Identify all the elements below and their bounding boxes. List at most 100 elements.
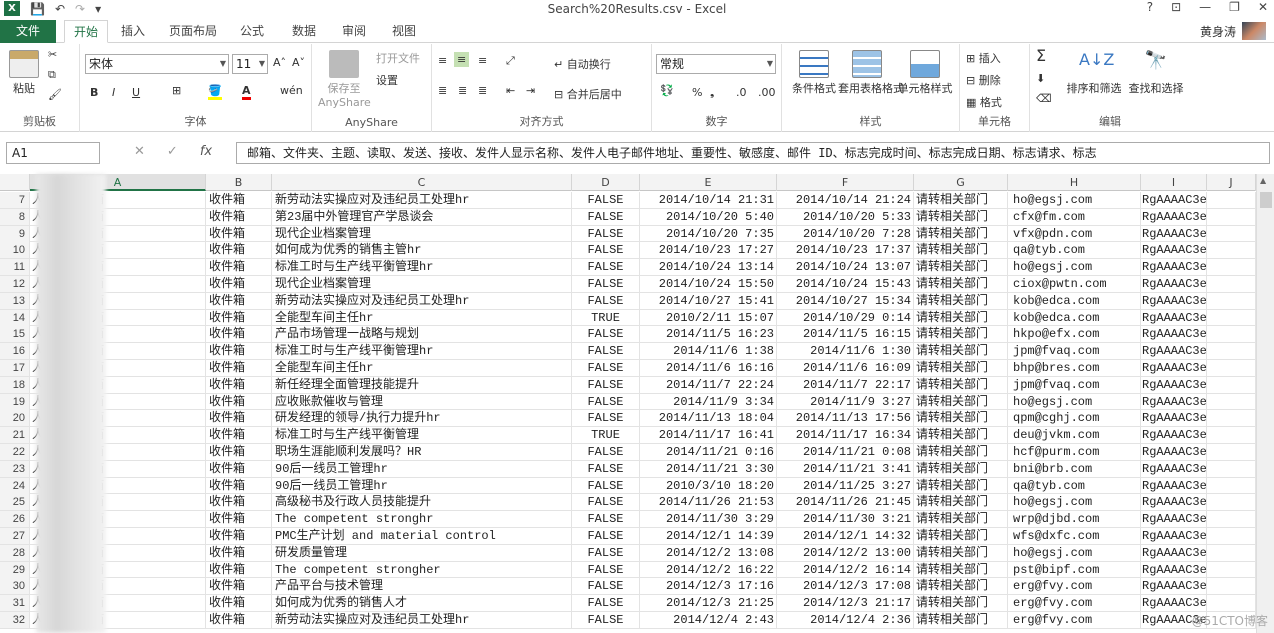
row-header[interactable]: 31 — [0, 595, 30, 612]
table-cell[interactable]: 2014/12/1 14:39 — [640, 527, 777, 544]
row-header[interactable]: 29 — [0, 561, 30, 578]
table-cell[interactable] — [1207, 393, 1256, 410]
table-cell[interactable]: erg@fvy.com — [1008, 595, 1141, 612]
table-cell[interactable]: 收件箱 — [206, 561, 272, 578]
table-cell[interactable]: kob@edca.com — [1008, 292, 1141, 309]
table-cell[interactable] — [1207, 544, 1256, 561]
table-cell[interactable]: RgAAAAC3epQiMuA — [1141, 578, 1207, 595]
table-cell[interactable]: 2014/12/3 21:25 — [640, 595, 777, 612]
paste-button[interactable]: 粘贴 — [6, 50, 42, 96]
row-header[interactable]: 7 — [0, 192, 30, 208]
table-cell[interactable]: 产品平台与技术管理 — [272, 578, 572, 595]
table-cell[interactable]: 2014/12/4 2:43 — [640, 611, 777, 628]
table-cell[interactable]: 2014/10/24 13:14 — [640, 259, 777, 276]
table-cell[interactable]: 全能型车间主任hr — [272, 309, 572, 326]
table-cell[interactable] — [1207, 259, 1256, 276]
row-header[interactable]: 18 — [0, 376, 30, 393]
italic-button[interactable]: I — [112, 86, 115, 99]
table-cell[interactable]: 2014/10/20 5:40 — [640, 208, 777, 225]
table-cell[interactable]: 收件箱 — [206, 292, 272, 309]
table-cell[interactable]: 2014/12/2 16:22 — [640, 561, 777, 578]
table-cell[interactable]: PMC生产计划 and material control — [272, 527, 572, 544]
table-cell[interactable]: RgAAAAC3epQiMuA — [1141, 410, 1207, 427]
table-cell[interactable]: ciox@pwtn.com — [1008, 275, 1141, 292]
table-cell[interactable]: pst@bipf.com — [1008, 561, 1141, 578]
table-cell[interactable]: bhp@bres.com — [1008, 359, 1141, 376]
table-cell[interactable] — [1207, 192, 1256, 208]
row-header[interactable]: 32 — [0, 611, 30, 628]
table-cell[interactable] — [1207, 275, 1256, 292]
table-cell[interactable]: 请转相关部门 — [914, 611, 1008, 628]
cell-styles-button[interactable]: 单元格样式 — [896, 50, 954, 96]
table-cell[interactable]: 收件箱 — [206, 259, 272, 276]
table-cell[interactable]: 收件箱 — [206, 393, 272, 410]
row-header[interactable]: 17 — [0, 359, 30, 376]
table-cell[interactable]: 收件箱 — [206, 578, 272, 595]
find-select-button[interactable]: 🔭 查找和选择 — [1126, 50, 1186, 96]
table-cell[interactable]: 2014/10/24 13:07 — [777, 259, 914, 276]
table-cell[interactable]: 收件箱 — [206, 275, 272, 292]
merge-center-button[interactable]: ⊟ 合并后居中 — [554, 86, 622, 102]
table-cell[interactable]: 收件箱 — [206, 427, 272, 444]
table-cell[interactable]: FALSE — [572, 410, 640, 427]
table-cell[interactable]: 请转相关部门 — [914, 477, 1008, 494]
table-cell[interactable]: RgAAAAC3epQiMuA — [1141, 511, 1207, 528]
table-cell[interactable]: qa@tyb.com — [1008, 242, 1141, 259]
table-cell[interactable]: hkpo@efx.com — [1008, 326, 1141, 343]
table-cell[interactable]: 2014/11/5 16:23 — [640, 326, 777, 343]
table-cell[interactable] — [1207, 376, 1256, 393]
user-account[interactable]: 黄身涛 — [1200, 22, 1266, 40]
align-middle-icon[interactable]: ≡ — [454, 52, 470, 67]
table-cell[interactable]: 高级秘书及行政人员技能提升 — [272, 494, 572, 511]
table-cell[interactable]: 全能型车间主任hr — [272, 359, 572, 376]
scroll-up-icon[interactable]: ▲ — [1260, 176, 1266, 185]
table-cell[interactable]: 2014/11/6 16:16 — [640, 359, 777, 376]
column-header[interactable]: E — [640, 174, 777, 191]
table-cell[interactable]: 2014/11/30 3:21 — [777, 511, 914, 528]
table-cell[interactable] — [1207, 343, 1256, 360]
table-cell[interactable]: 标准工时与生产线平衡管理hr — [272, 343, 572, 360]
row-header[interactable]: 28 — [0, 544, 30, 561]
table-cell[interactable]: 现代企业档案管理 — [272, 225, 572, 242]
table-cell[interactable]: 90后一线员工管理hr — [272, 477, 572, 494]
tab-view[interactable]: 视图 — [384, 20, 424, 43]
table-cell[interactable]: bni@brb.com — [1008, 460, 1141, 477]
table-cell[interactable]: 收件箱 — [206, 192, 272, 208]
row-header[interactable]: 20 — [0, 410, 30, 427]
conditional-format-button[interactable]: 条件格式 — [786, 50, 842, 96]
table-cell[interactable]: 请转相关部门 — [914, 208, 1008, 225]
table-cell[interactable]: 2014/10/20 5:33 — [777, 208, 914, 225]
table-cell[interactable]: 2014/10/20 7:35 — [640, 225, 777, 242]
save-to-anyshare-button[interactable]: 保存至 AnyShare — [318, 50, 371, 109]
table-cell[interactable]: 2014/11/21 3:41 — [777, 460, 914, 477]
table-cell[interactable]: 如何成为优秀的销售人才 — [272, 595, 572, 612]
table-cell[interactable]: 新任经理全面管理技能提升 — [272, 376, 572, 393]
table-cell[interactable]: 2014/10/23 17:37 — [777, 242, 914, 259]
table-cell[interactable]: 收件箱 — [206, 611, 272, 628]
increase-indent-icon[interactable]: ⇥ — [526, 84, 535, 97]
table-cell[interactable]: FALSE — [572, 494, 640, 511]
table-cell[interactable]: 收件箱 — [206, 242, 272, 259]
tab-formulas[interactable]: 公式 — [232, 20, 272, 43]
table-cell[interactable] — [1207, 427, 1256, 444]
table-cell[interactable]: RgAAAAC3epQiMuA — [1141, 477, 1207, 494]
table-cell[interactable]: 2014/11/17 16:34 — [777, 427, 914, 444]
table-cell[interactable] — [1207, 443, 1256, 460]
table-cell[interactable]: 2014/11/26 21:53 — [640, 494, 777, 511]
tab-review[interactable]: 审阅 — [334, 20, 374, 43]
table-cell[interactable]: 收件箱 — [206, 225, 272, 242]
table-cell[interactable]: RgAAAAC3epQiMuA — [1141, 427, 1207, 444]
scroll-thumb[interactable] — [1260, 192, 1272, 208]
table-cell[interactable]: 2014/11/6 1:38 — [640, 343, 777, 360]
table-cell[interactable]: RgAAAAC3epQiMuA — [1141, 292, 1207, 309]
table-cell[interactable]: RgAAAAC3epQiMuA — [1141, 595, 1207, 612]
table-cell[interactable]: 2014/11/30 3:29 — [640, 511, 777, 528]
table-cell[interactable] — [1207, 208, 1256, 225]
table-cell[interactable]: RgAAAAC3epQiMuA — [1141, 192, 1207, 208]
table-cell[interactable]: 请转相关部门 — [914, 578, 1008, 595]
table-cell[interactable]: 请转相关部门 — [914, 511, 1008, 528]
table-cell[interactable]: 标准工时与生产线平衡管理 — [272, 427, 572, 444]
table-cell[interactable]: 收件箱 — [206, 410, 272, 427]
table-cell[interactable]: 请转相关部门 — [914, 561, 1008, 578]
decrease-decimal-icon[interactable]: .00 — [758, 86, 776, 99]
